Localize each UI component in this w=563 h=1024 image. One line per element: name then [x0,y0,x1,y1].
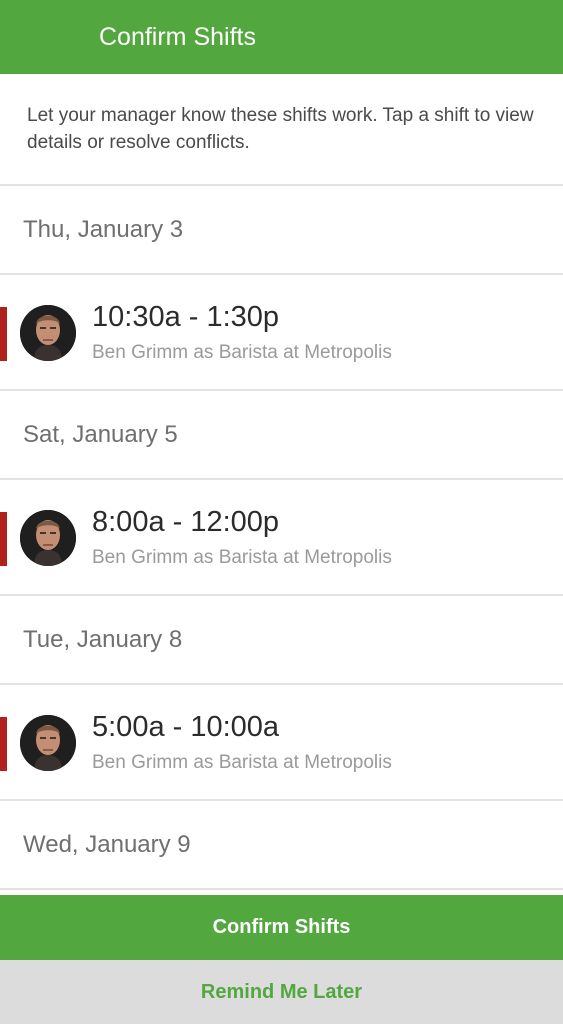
confirm-shifts-button[interactable]: Confirm Shifts [0,895,563,960]
avatar [20,305,76,361]
date-header: Wed, January 9 [0,801,563,890]
shift-list: Thu, January 3 10:30a - 1:30p Ben Grimm … [0,186,563,890]
shift-time: 10:30a - 1:30p [92,301,280,333]
shift-detail: Ben Grimm as Barista at Metropolis [92,752,392,773]
avatar [20,715,76,771]
avatar [20,510,76,566]
date-header: Sat, January 5 [0,391,563,480]
shift-detail: Ben Grimm as Barista at Metropolis [92,342,392,363]
shift-detail: Ben Grimm as Barista at Metropolis [92,547,392,568]
header-bar: Confirm Shifts [0,0,563,74]
conflict-indicator [0,717,7,771]
shift-time: 8:00a - 12:00p [92,506,280,538]
shift-item[interactable]: 5:00a - 10:00a Ben Grimm as Barista at M… [0,685,563,801]
conflict-indicator [0,512,7,566]
shift-time: 5:00a - 10:00a [92,711,280,743]
date-header: Thu, January 3 [0,186,563,275]
intro-text: Let your manager know these shifts work.… [0,74,563,186]
conflict-indicator [0,307,7,361]
shift-item[interactable]: 10:30a - 1:30p Ben Grimm as Barista at M… [0,275,563,391]
page-title: Confirm Shifts [99,22,256,51]
app-screen: Confirm Shifts Let your manager know the… [0,0,563,1024]
date-header: Tue, January 8 [0,596,563,685]
remind-me-later-button[interactable]: Remind Me Later [0,960,563,1024]
shift-item[interactable]: 8:00a - 12:00p Ben Grimm as Barista at M… [0,480,563,596]
